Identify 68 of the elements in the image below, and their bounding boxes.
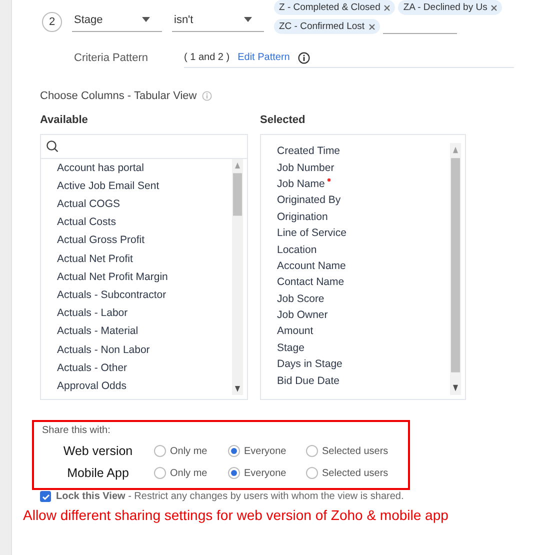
pattern-label: Criteria Pattern <box>74 52 149 64</box>
list-item[interactable]: Actuals - Labor <box>57 304 232 322</box>
step-number: 2 <box>42 12 62 32</box>
info-icon <box>202 91 212 101</box>
list-item[interactable]: Location <box>277 241 450 258</box>
radio-button[interactable] <box>306 467 318 479</box>
option-label: Selected users <box>322 468 388 478</box>
checkbox[interactable] <box>40 491 51 502</box>
list-item[interactable]: Active Job Email Sent <box>57 176 232 195</box>
radio-button[interactable] <box>228 467 240 479</box>
value-tag: ZC - Confirmed Lost <box>274 19 380 34</box>
list-item[interactable]: Approval Odds <box>57 376 232 395</box>
list-item[interactable]: Created Time <box>277 143 450 160</box>
list-item[interactable]: Actual Costs <box>57 213 232 232</box>
list-item[interactable]: Actual Net Profit <box>57 250 232 268</box>
close-icon[interactable] <box>368 24 375 30</box>
list-item[interactable]: Account Name <box>277 258 450 274</box>
value-tag: Z - Completed & Closed <box>274 0 396 15</box>
option-label: Everyone <box>244 468 286 478</box>
radio-button[interactable] <box>228 445 240 457</box>
list-item[interactable]: Stage <box>277 340 450 356</box>
list-item[interactable]: Job Score <box>277 290 450 307</box>
radio-button[interactable] <box>154 467 166 479</box>
caret-icon <box>244 17 252 22</box>
option-label: Only me <box>170 446 208 456</box>
scrollbar[interactable] <box>450 143 461 395</box>
list-item[interactable]: Bid Due Date <box>277 372 450 389</box>
close-icon[interactable] <box>384 4 390 10</box>
operator-dropdown[interactable]: isn't <box>172 8 264 32</box>
list-item[interactable]: Actual COGS <box>57 194 232 214</box>
row-label: Mobile App <box>66 466 130 480</box>
list-item[interactable]: Actuals - Material <box>57 322 232 340</box>
list-item[interactable]: Originated By <box>277 192 450 209</box>
option-label: Everyone <box>244 446 286 456</box>
option-label: Selected users <box>322 446 388 456</box>
list-item[interactable]: Job Name <box>277 176 450 192</box>
scrollbar[interactable] <box>232 158 243 395</box>
field-dropdown[interactable]: Stage <box>72 8 162 32</box>
share-title: Share this with: <box>42 425 112 436</box>
value-tag: ZA - Declined by Us <box>398 0 502 15</box>
list-item[interactable]: Days in Stage <box>277 356 450 372</box>
caret-icon <box>142 17 150 22</box>
list-item[interactable]: Job Number <box>277 159 450 176</box>
list-item[interactable]: Actual Gross Profit <box>57 231 232 250</box>
option-label: Only me <box>170 468 208 478</box>
section-title: Choose Columns - Tabular View <box>40 90 197 102</box>
list-item[interactable]: Account has portal <box>57 158 232 177</box>
edit-pattern-link[interactable]: Edit Pattern <box>238 52 290 63</box>
radio-button[interactable] <box>306 445 318 457</box>
list-item[interactable]: Amount <box>277 323 450 340</box>
column-label: Selected <box>260 114 306 126</box>
list-item[interactable]: Actuals - Subcontractor <box>57 286 232 304</box>
lock-view-text: Lock this View - Restrict any changes by users with whom the view is shared. <box>56 491 404 502</box>
close-icon[interactable] <box>491 4 498 10</box>
list-item[interactable]: Job Owner <box>277 306 450 324</box>
pattern-value: ( 1 and 2 ) <box>184 52 230 63</box>
info-icon <box>298 52 310 64</box>
radio-button[interactable] <box>154 445 166 457</box>
list-item[interactable]: Line of Service <box>277 224 450 242</box>
list-item[interactable]: Actual Net Profit Margin <box>57 268 232 286</box>
search-icon <box>46 140 59 153</box>
row-label: Web version <box>62 444 134 458</box>
list-item[interactable]: Actuals - Non Labor <box>57 340 232 359</box>
annotation-text: Allow different sharing settings for web version of Zoho & mobile app <box>23 507 450 523</box>
list-item[interactable]: Actuals - Other <box>57 358 232 377</box>
column-label: Available <box>40 114 89 126</box>
list-item[interactable]: Contact Name <box>277 274 450 291</box>
list-item[interactable]: Origination <box>277 208 450 225</box>
